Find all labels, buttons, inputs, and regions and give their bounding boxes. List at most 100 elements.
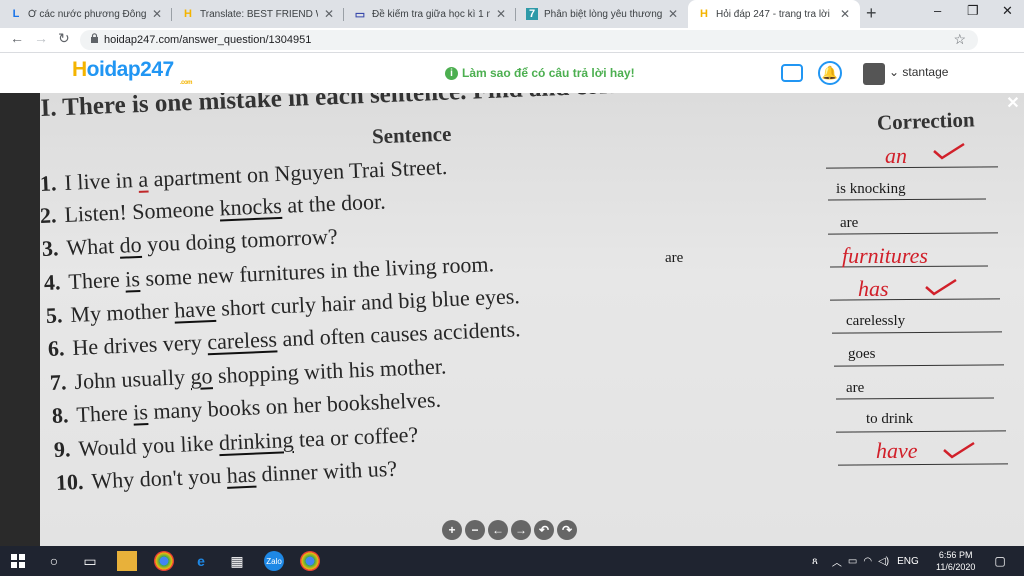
chevron-up-icon[interactable]: ︿ xyxy=(832,554,842,569)
sentence-number: 6. xyxy=(47,335,65,361)
mistake-word: has xyxy=(226,461,257,488)
language-indicator[interactable]: ENG xyxy=(897,556,919,567)
sentence-text: There xyxy=(67,266,126,294)
viewer-controls: + − ← → ↶ ↷ xyxy=(442,520,577,540)
tab-favicon-icon: 7 xyxy=(526,8,538,20)
back-arrow-icon[interactable]: ← xyxy=(10,30,24,46)
bookmark-star-icon[interactable]: ☆ xyxy=(953,31,966,48)
tab-close-icon[interactable]: ✕ xyxy=(840,7,850,21)
answer-tip-link[interactable]: i Làm sao để có câu trả lời hay! xyxy=(445,66,635,80)
chrome-icon[interactable] xyxy=(154,551,174,571)
logo-text: oidap247 xyxy=(86,58,175,81)
tab-favicon-icon: H xyxy=(700,8,708,20)
file-explorer-icon[interactable] xyxy=(117,551,137,571)
tab-close-icon[interactable]: ✕ xyxy=(668,7,678,21)
mistake-word: knocks xyxy=(219,192,283,221)
people-icon[interactable]: ጸ xyxy=(812,556,818,567)
url-text: hoidap247.com/answer_question/1304951 xyxy=(104,34,312,46)
rotate-right-icon[interactable]: ↷ xyxy=(557,520,577,540)
column-header-correction: Correction xyxy=(876,107,975,135)
reload-icon[interactable]: ↻ xyxy=(58,30,70,47)
tab-1[interactable]: L Ở các nước phương Đông, nhà... ✕ xyxy=(0,0,172,28)
sentence-number: 10. xyxy=(55,468,84,495)
tab-favicon-icon: ▭ xyxy=(354,8,366,21)
zoom-in-icon[interactable]: + xyxy=(442,520,462,540)
zalo-icon[interactable]: Zalo xyxy=(264,551,284,571)
tab-close-icon[interactable]: ✕ xyxy=(324,7,334,21)
username-dropdown[interactable]: ⌄ stantage xyxy=(889,65,948,79)
system-tray: ጸ ︿ ▭ ◠ ◁) ENG xyxy=(812,546,919,576)
forward-arrow-icon[interactable]: → xyxy=(34,30,48,46)
mistake-word: go xyxy=(189,363,213,390)
image-viewer: I. There is one mistake in each sentence… xyxy=(0,93,1024,546)
task-view-icon[interactable]: ▭ xyxy=(80,551,100,571)
tip-text: Làm sao để có câu trả lời hay! xyxy=(462,66,635,80)
sentence-text: I live in xyxy=(63,166,139,195)
rotate-left-icon[interactable]: ↶ xyxy=(534,520,554,540)
sentence-number: 9. xyxy=(53,436,71,462)
previous-arrow-icon[interactable]: ← xyxy=(488,520,508,540)
sentence-text: John usually xyxy=(73,364,192,394)
new-tab-button[interactable]: + xyxy=(866,3,877,24)
mistake-word: careless xyxy=(206,326,278,355)
column-header-sentence: Sentence xyxy=(371,121,452,149)
mistake-word: is xyxy=(124,265,141,292)
logo-sub: .com xyxy=(180,80,193,86)
chat-icon[interactable] xyxy=(781,64,803,82)
tab-3[interactable]: ▭ Đề kiểm tra giữa học kì 1 môn... ✕ xyxy=(344,0,516,28)
store-icon[interactable]: ▦ xyxy=(227,551,247,571)
zoom-out-icon[interactable]: − xyxy=(465,520,485,540)
wifi-icon[interactable]: ◠ xyxy=(863,556,872,567)
close-window-button[interactable]: ✕ xyxy=(1002,3,1013,19)
notifications-icon[interactable]: ▢ xyxy=(990,551,1010,571)
typed-answer: is knocking xyxy=(836,181,906,197)
minimize-button[interactable]: – xyxy=(934,3,941,18)
notification-bell-icon[interactable]: 🔔 xyxy=(818,61,842,85)
restore-button[interactable]: ❐ xyxy=(967,3,979,19)
user-avatar[interactable] xyxy=(863,63,885,85)
omnibox[interactable]: hoidap247.com/answer_question/1304951 ☆ xyxy=(80,30,978,50)
clock[interactable]: 6:56 PM 11/6/2020 xyxy=(936,549,975,573)
sentence-text: tea or coffee? xyxy=(292,421,419,452)
battery-icon[interactable]: ▭ xyxy=(848,556,857,567)
sentence-text: Would you like xyxy=(77,430,220,461)
sentence-text: My mother xyxy=(69,297,175,327)
address-bar-row: ← → ↻ hoidap247.com/answer_question/1304… xyxy=(0,28,1024,78)
tab-title: Phân biệt lòng yêu thương và l... xyxy=(544,8,662,20)
tab-close-icon[interactable]: ✕ xyxy=(152,7,162,21)
tab-2[interactable]: H Translate: BEST FRIEND Who t... ✕ xyxy=(172,0,344,28)
edge-icon[interactable]: e xyxy=(191,551,211,571)
next-arrow-icon[interactable]: → xyxy=(511,520,531,540)
tab-5-active[interactable]: H Hỏi đáp 247 - trang tra lời ✕ xyxy=(688,0,860,28)
check-mark-icon xyxy=(933,142,965,160)
logo-h: H xyxy=(72,58,87,81)
tab-close-icon[interactable]: ✕ xyxy=(496,7,506,21)
tab-4[interactable]: 7 Phân biệt lòng yêu thương và l... ✕ xyxy=(516,0,688,28)
typed-answer: are xyxy=(840,215,859,231)
site-logo[interactable]: Hoidap247 .com xyxy=(72,58,193,86)
typed-answer: are xyxy=(846,380,865,396)
lock-icon xyxy=(90,33,99,46)
windows-start-icon[interactable] xyxy=(8,551,28,571)
close-viewer-icon[interactable]: ✕ xyxy=(1003,93,1023,113)
typed-answer: carelessly xyxy=(846,313,906,329)
username-text: stantage xyxy=(902,65,949,79)
handwritten-answer: an xyxy=(885,143,907,168)
typed-answer: goes xyxy=(848,346,876,362)
sentence-number: 4. xyxy=(43,269,61,295)
mistake-word: drinking xyxy=(218,426,294,456)
check-mark-icon xyxy=(943,441,975,459)
tab-title: Hỏi đáp 247 - trang tra lời xyxy=(716,8,830,20)
search-circle-icon[interactable]: ○ xyxy=(44,551,64,571)
sentence-text: What xyxy=(65,232,121,260)
handwritten-answer: has xyxy=(858,276,889,301)
mistake-word: do xyxy=(119,231,143,258)
sentence-text: He drives very xyxy=(71,329,208,360)
sentence-number: 7. xyxy=(49,369,67,395)
chrome-active-icon[interactable] xyxy=(300,551,320,571)
volume-icon[interactable]: ◁) xyxy=(878,556,889,567)
mistake-word: is xyxy=(132,398,149,425)
sentence-text: There xyxy=(75,399,134,427)
sentence-number: 5. xyxy=(45,302,63,328)
floating-text: are xyxy=(665,250,684,266)
